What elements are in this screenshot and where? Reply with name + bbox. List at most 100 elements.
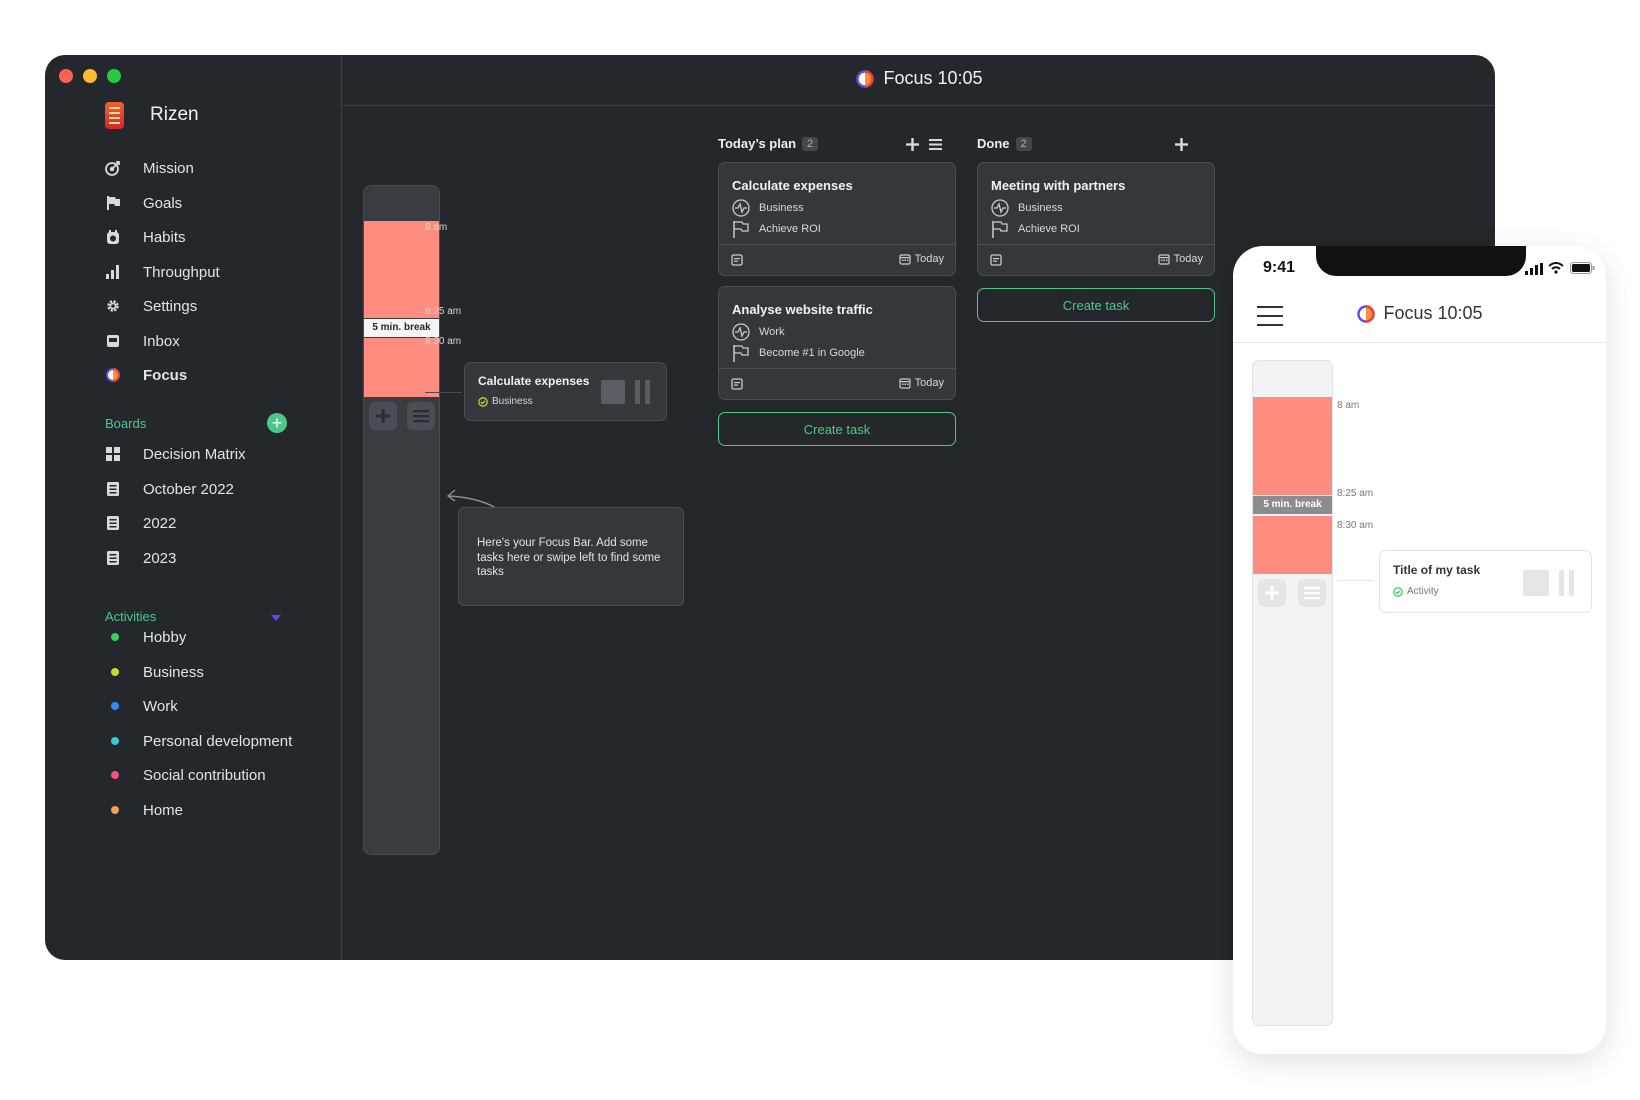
activity-label: Business bbox=[143, 663, 204, 681]
column-menu-icon[interactable] bbox=[929, 139, 942, 150]
phone-notch bbox=[1316, 246, 1526, 276]
habit-clock-icon bbox=[107, 230, 119, 244]
grid-icon bbox=[106, 447, 120, 461]
create-task-button[interactable]: Create task bbox=[977, 288, 1215, 322]
inbox-icon bbox=[107, 335, 119, 347]
create-task-button[interactable]: Create task bbox=[718, 412, 956, 446]
time-label: 8 am bbox=[425, 222, 448, 233]
task-activity: Business bbox=[759, 202, 804, 214]
document-icon bbox=[107, 482, 119, 496]
phone-focus-title: Focus 10:05 bbox=[1383, 303, 1483, 323]
task-title: Calculate expenses bbox=[732, 178, 853, 193]
rizen-logo-icon bbox=[105, 102, 124, 129]
current-focus-task[interactable]: Calculate expenses Business bbox=[464, 362, 667, 421]
activity-pulse-icon bbox=[991, 199, 1009, 217]
break-label: 5 min. break bbox=[364, 319, 439, 337]
task-card[interactable]: Calculate expenses Business Achieve ROI … bbox=[718, 162, 956, 276]
activity-color-dot bbox=[111, 771, 119, 779]
board-label: October 2022 bbox=[143, 480, 234, 498]
nav-label: Focus bbox=[143, 366, 188, 384]
bar-chart-icon bbox=[106, 265, 119, 279]
sidebar: Rizen Mission Goals Habits Throughput Se… bbox=[45, 55, 342, 960]
activity-color-dot bbox=[111, 702, 119, 710]
calendar-icon bbox=[899, 254, 911, 265]
activity-pulse-icon bbox=[732, 323, 750, 341]
focus-list-button[interactable] bbox=[407, 402, 435, 430]
column-count: 2 bbox=[802, 136, 819, 151]
focus-bar-hint: Here's your Focus Bar. Add some tasks he… bbox=[458, 507, 684, 606]
task-due: Today bbox=[914, 377, 944, 389]
board-label: 2023 bbox=[143, 549, 177, 567]
wifi-icon bbox=[1548, 262, 1564, 274]
calendar-icon bbox=[1158, 254, 1170, 265]
signal-icon bbox=[1525, 263, 1543, 275]
focus-icon bbox=[106, 368, 120, 382]
nav-label: Goals bbox=[143, 194, 183, 212]
note-icon[interactable] bbox=[990, 254, 1002, 266]
task-title: Analyse website traffic bbox=[732, 302, 873, 317]
time-label: 8 am bbox=[1337, 400, 1360, 411]
task-card[interactable]: Meeting with partners Business Achieve R… bbox=[977, 162, 1215, 276]
focus-bar[interactable]: 5 min. break bbox=[363, 185, 440, 855]
focus-timer-icon bbox=[856, 69, 875, 88]
focus-block[interactable] bbox=[1253, 397, 1332, 495]
goal-flag-icon bbox=[733, 221, 749, 238]
focus-block[interactable] bbox=[364, 221, 439, 318]
activity-label: Social contribution bbox=[143, 766, 266, 784]
task-card[interactable]: Analyse website traffic Work Become #1 i… bbox=[718, 286, 956, 400]
plus-icon: + bbox=[271, 413, 283, 433]
top-bar: Focus 10:05 bbox=[343, 55, 1495, 106]
list-icon bbox=[1304, 587, 1320, 600]
stop-button[interactable] bbox=[1523, 570, 1549, 596]
note-icon[interactable] bbox=[731, 254, 743, 266]
boards-heading: Boards bbox=[105, 416, 147, 431]
activity-color-dot bbox=[111, 806, 119, 814]
add-task-icon[interactable] bbox=[906, 138, 919, 151]
pause-button-bar[interactable] bbox=[1559, 570, 1564, 596]
activity-status-icon bbox=[1393, 586, 1403, 597]
plus-icon bbox=[376, 409, 390, 423]
document-icon bbox=[107, 551, 119, 565]
task-activity: Activity bbox=[1407, 586, 1439, 597]
add-board-button[interactable]: + bbox=[267, 413, 287, 433]
connector-line bbox=[425, 392, 462, 393]
nav-label: Settings bbox=[143, 297, 198, 315]
task-due: Today bbox=[1173, 253, 1203, 265]
focus-timer-title: Focus 10:05 bbox=[883, 68, 983, 88]
add-to-focus-button[interactable] bbox=[369, 402, 397, 430]
column-header-done: Done 2 bbox=[977, 136, 1032, 151]
nav-label: Habits bbox=[143, 228, 186, 246]
activity-color-dot bbox=[111, 633, 119, 641]
collapse-activities-icon[interactable] bbox=[271, 615, 281, 621]
nav-label: Inbox bbox=[143, 332, 180, 350]
focus-list-button[interactable] bbox=[1298, 579, 1326, 607]
list-icon bbox=[413, 410, 429, 423]
phone-focus-bar[interactable]: 5 min. break bbox=[1252, 360, 1333, 1026]
phone-task-card[interactable]: Title of my task Activity bbox=[1379, 550, 1592, 613]
stop-button[interactable] bbox=[601, 380, 625, 404]
column-header-todays-plan: Today’s plan 2 bbox=[718, 136, 819, 151]
time-label: 8:30 am bbox=[1337, 520, 1374, 531]
target-icon bbox=[105, 161, 120, 176]
focus-timer-icon bbox=[1357, 304, 1376, 323]
task-goal: Become #1 in Google bbox=[759, 347, 865, 359]
flag-icon bbox=[107, 196, 120, 210]
pause-button-bar[interactable] bbox=[1569, 570, 1574, 596]
app-name: Rizen bbox=[150, 104, 199, 125]
pause-button-bar[interactable] bbox=[635, 380, 640, 404]
activity-label: Home bbox=[143, 801, 184, 819]
add-to-focus-button[interactable] bbox=[1258, 579, 1286, 607]
document-icon bbox=[107, 516, 119, 530]
plus-icon bbox=[1265, 586, 1279, 600]
break-label: 5 min. break bbox=[1253, 496, 1332, 514]
add-task-icon[interactable] bbox=[1175, 138, 1188, 151]
task-goal: Achieve ROI bbox=[1018, 223, 1080, 235]
focus-block[interactable] bbox=[1253, 516, 1332, 574]
task-title: Title of my task bbox=[1393, 563, 1481, 577]
activity-label: Work bbox=[143, 697, 178, 715]
column-title: Today’s plan bbox=[718, 136, 797, 151]
pause-button-bar[interactable] bbox=[645, 380, 650, 404]
note-icon[interactable] bbox=[731, 378, 743, 390]
nav-label: Mission bbox=[143, 159, 194, 177]
activity-label: Personal development bbox=[143, 732, 293, 750]
